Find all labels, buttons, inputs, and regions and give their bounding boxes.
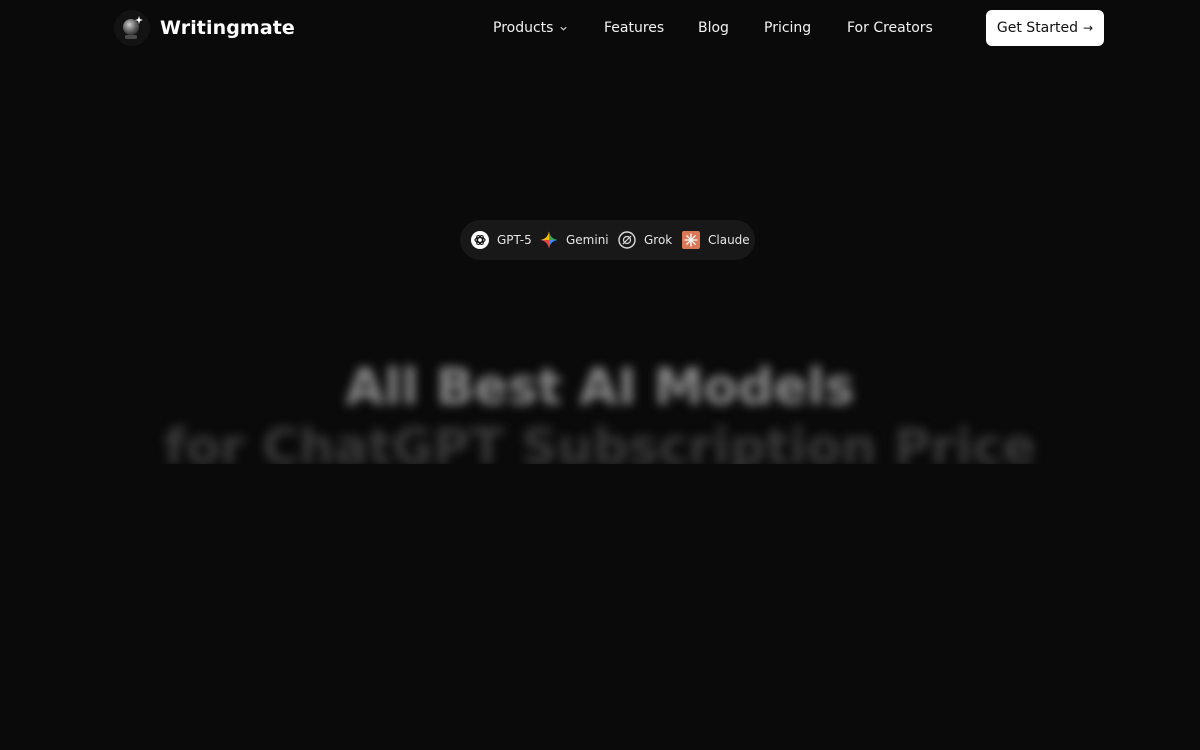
gemini-icon	[540, 231, 558, 249]
nav-features-label: Features	[604, 20, 665, 36]
get-started-button[interactable]: Get Started →	[986, 10, 1104, 46]
get-started-label: Get Started	[996, 20, 1079, 36]
crystal-ball-logo-icon	[114, 10, 150, 46]
nav-features[interactable]: Features	[604, 17, 664, 39]
model-grok-label: Grok	[644, 233, 673, 247]
nav-pricing-label: Pricing	[764, 20, 812, 36]
model-grok: Grok	[618, 230, 672, 250]
model-gemini: Gemini	[540, 230, 609, 250]
claude-icon	[682, 231, 700, 249]
openai-icon	[471, 231, 489, 249]
chevron-down-icon	[560, 26, 568, 31]
arrow-right-icon: →	[1083, 21, 1094, 35]
hero-title: All Best AI Models	[345, 358, 855, 416]
nav-blog-label: Blog	[698, 20, 729, 36]
hero-section: All Best AI Models for ChatGPT Subscript…	[0, 330, 1200, 464]
site-header: Writingmate Products Features Blog Prici…	[0, 0, 1200, 56]
model-claude: Claude	[682, 230, 750, 250]
nav-for-creators[interactable]: For Creators	[847, 17, 933, 39]
brand-logo-link[interactable]: Writingmate	[114, 10, 295, 46]
model-gpt5-label: GPT-5	[497, 233, 532, 247]
model-gemini-label: Gemini	[566, 233, 609, 247]
model-gpt5: GPT-5	[471, 230, 532, 250]
nav-for-creators-label: For Creators	[847, 20, 933, 36]
page: Writingmate Products Features Blog Prici…	[0, 0, 1200, 750]
nav-products-label: Products	[493, 20, 554, 36]
model-claude-label: Claude	[708, 233, 750, 247]
brand-name: Writingmate	[160, 17, 295, 39]
hero-subtitle: for ChatGPT Subscription Price	[163, 418, 1037, 464]
nav-products[interactable]: Products	[493, 17, 568, 39]
models-pill: GPT-5 Gemini Grok Claude	[460, 220, 755, 260]
grok-icon	[618, 231, 636, 249]
nav-pricing[interactable]: Pricing	[764, 17, 811, 39]
nav-blog[interactable]: Blog	[698, 17, 729, 39]
